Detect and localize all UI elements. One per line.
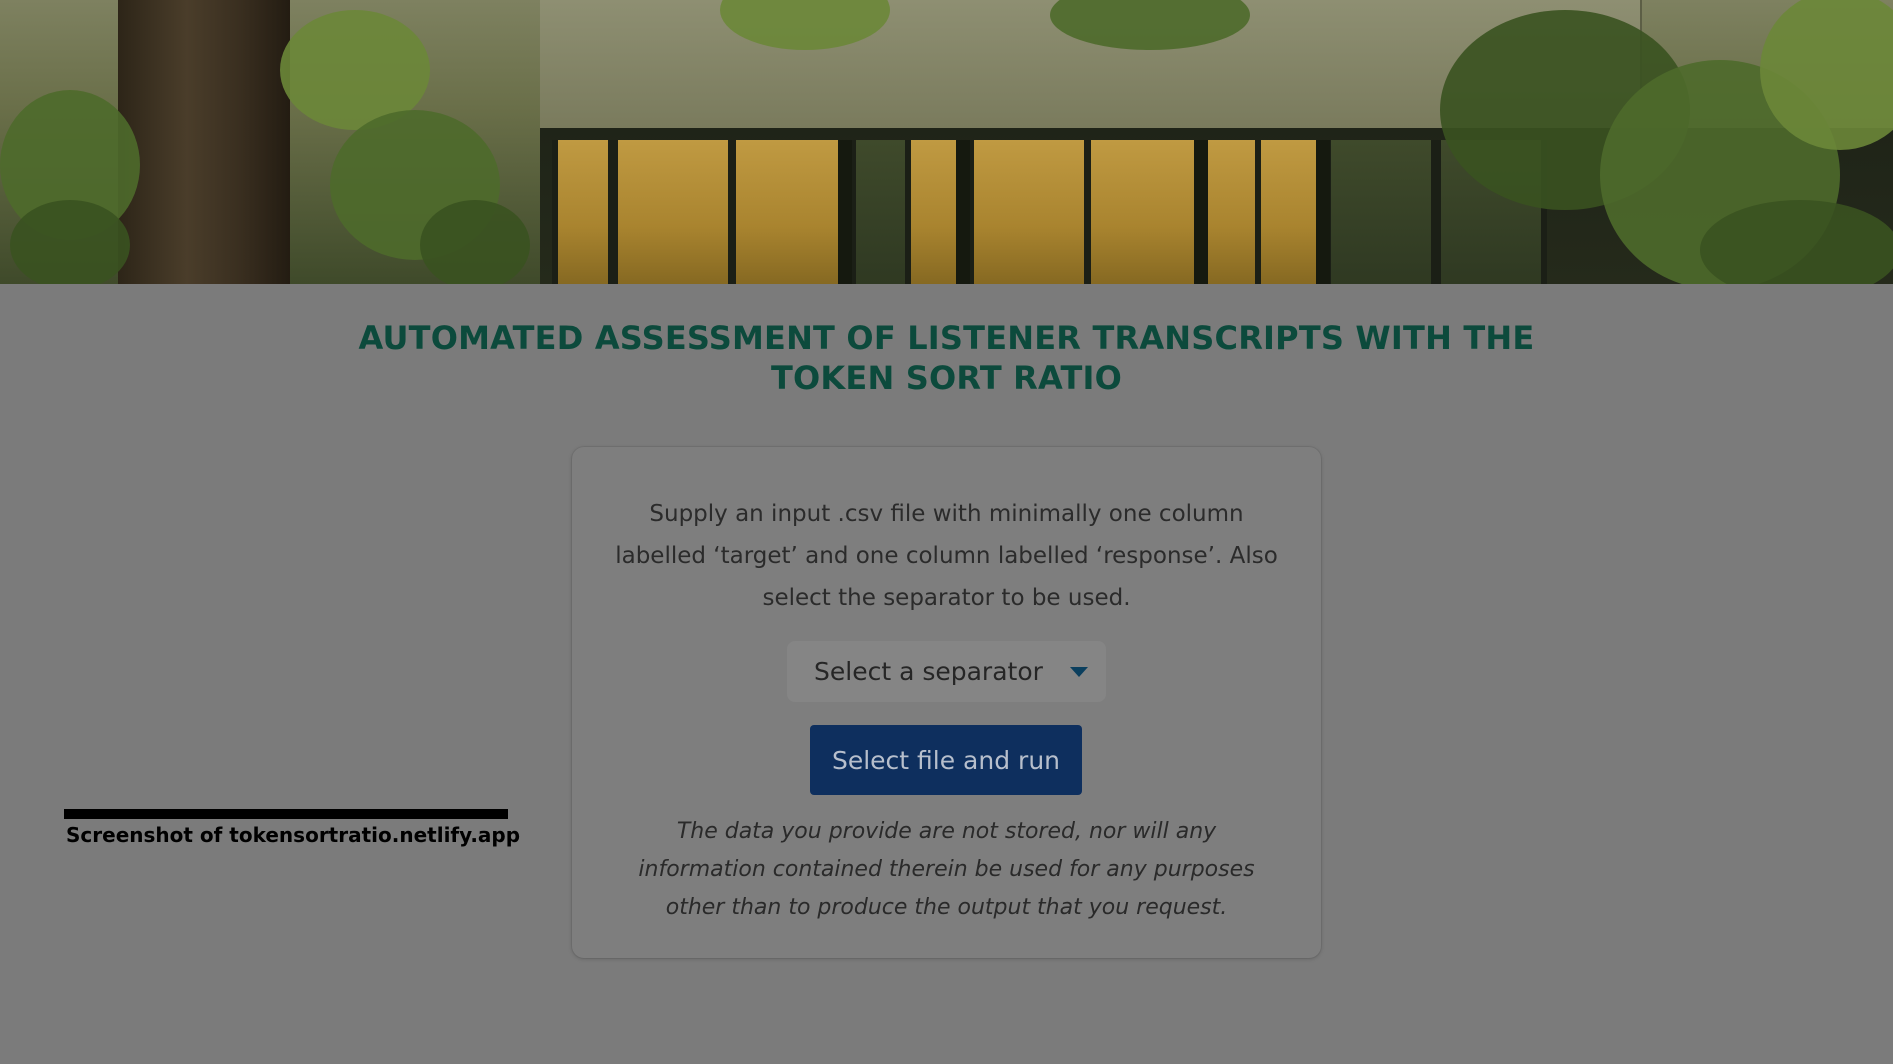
window: [1325, 140, 1437, 284]
window: [552, 140, 614, 284]
page-title-line-1: AUTOMATED ASSESSMENT OF LISTENER TRANSCR…: [358, 319, 1535, 357]
window: [1085, 140, 1207, 284]
upload-card: Supply an input .csv file with minimally…: [572, 447, 1321, 958]
mullion: [838, 140, 852, 284]
instructions-text: Supply an input .csv file with minimally…: [615, 501, 1278, 611]
mullion: [956, 140, 970, 284]
screenshot-caption: Screenshot of tokensortratio.netlify.app: [66, 823, 521, 847]
separator-select[interactable]: Select a separator: [787, 641, 1106, 702]
select-file-and-run-button[interactable]: Select file and run: [810, 725, 1082, 795]
window: [730, 140, 852, 284]
foliage: [10, 200, 130, 284]
privacy-note: The data you provide are not stored, nor…: [638, 819, 1255, 920]
window: [968, 140, 1090, 284]
page-title: AUTOMATED ASSESSMENT OF LISTENER TRANSCR…: [330, 318, 1563, 398]
caption-divider: [64, 809, 508, 819]
mullion: [1316, 140, 1330, 284]
foliage: [420, 200, 530, 284]
mullion: [1194, 140, 1208, 284]
window: [612, 140, 734, 284]
glass-panel: [540, 0, 722, 128]
window: [850, 140, 912, 284]
chevron-down-icon: [1070, 667, 1088, 677]
tree-trunk: [118, 0, 290, 284]
window: [1200, 140, 1262, 284]
separator-select-placeholder: Select a separator: [814, 657, 1043, 686]
hero-banner-image: [0, 0, 1893, 284]
page-title-line-2: TOKEN SORT RATIO: [770, 359, 1123, 397]
